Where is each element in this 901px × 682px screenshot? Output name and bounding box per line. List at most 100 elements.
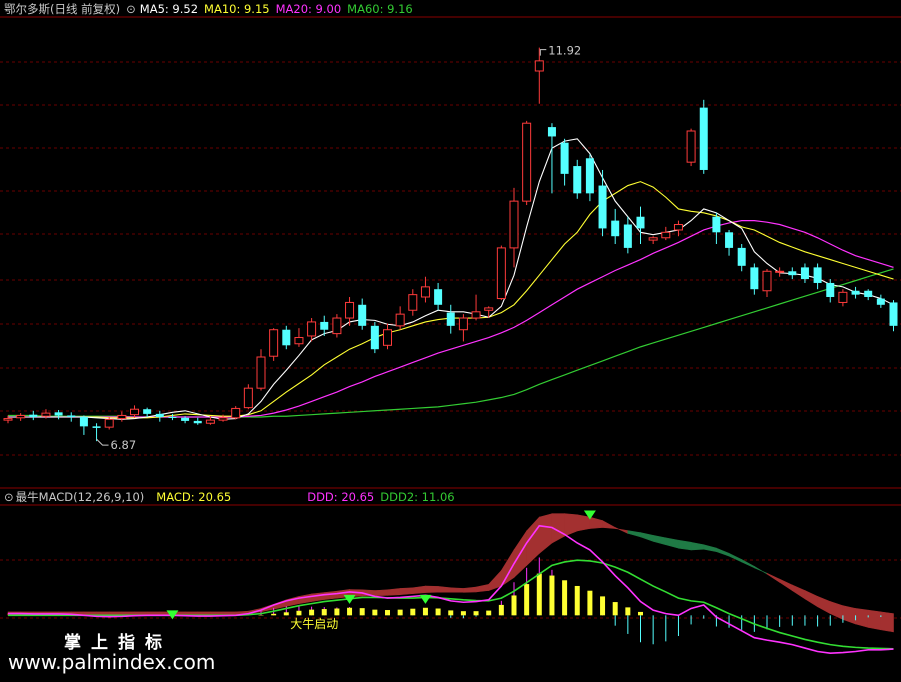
high-label: 11.92: [548, 44, 581, 58]
chevron-down-icon[interactable]: ⊙: [126, 2, 136, 16]
watermark-url: www.palmindex.com: [8, 650, 216, 674]
ribbon-segment: [867, 609, 882, 631]
ribbon-segment: [817, 595, 831, 615]
low-label: 6.87: [111, 438, 137, 452]
macd-bar: [600, 596, 606, 616]
ribbon-segment: [564, 513, 578, 537]
candle-body: [725, 232, 734, 248]
candle-body: [307, 321, 317, 337]
candle-body: [269, 329, 279, 357]
candle-body: [712, 216, 721, 233]
macd-bar: [574, 585, 580, 616]
ddd-label: DDD: 20.65: [307, 490, 375, 504]
ribbon-segment: [425, 585, 439, 593]
candle-body: [522, 122, 532, 202]
kline-chart[interactable]: 大牛启动 11.92 6.87: [0, 0, 901, 682]
candle-body: [92, 426, 101, 428]
candle-body: [193, 420, 202, 424]
candle-body: [851, 290, 860, 295]
ribbon-segment: [804, 590, 818, 608]
macd-bar: [562, 580, 568, 616]
signal-label: 大牛启动: [290, 616, 338, 631]
ribbon-segment: [184, 611, 199, 615]
candle-body: [256, 356, 266, 389]
candle-body: [750, 267, 759, 290]
ribbon-segment: [652, 535, 667, 546]
candle-body: [534, 60, 544, 72]
candle-body: [496, 247, 506, 300]
ribbon-segment: [842, 605, 856, 625]
candle-body: [699, 107, 708, 170]
ribbon-segment: [690, 541, 705, 551]
candle-body: [636, 216, 645, 229]
ribbon-segment: [741, 559, 755, 569]
candle-body: [673, 224, 683, 231]
ddd2-label: DDD2: 11.06: [380, 490, 455, 504]
candle-body: [79, 417, 88, 427]
candle-body: [737, 247, 746, 266]
ribbon-segment: [311, 592, 325, 602]
macd-bar: [347, 607, 353, 616]
ribbon-segment: [210, 611, 224, 615]
candle-body: [294, 337, 304, 345]
ribbon-segment: [602, 520, 616, 529]
macd-bar: [385, 610, 390, 616]
ribbon-segment: [222, 611, 236, 615]
candle-body: [876, 298, 885, 305]
candle-body: [547, 127, 556, 137]
ma20-label: MA20: 9.00: [275, 2, 342, 16]
low-pointer: [96, 438, 109, 446]
ribbon-segment: [614, 527, 629, 534]
ma10-line: [8, 181, 894, 419]
ribbon-segment: [412, 585, 426, 594]
high-pointer: [539, 49, 547, 56]
ma5-line: [8, 138, 894, 420]
candle-body: [282, 329, 291, 346]
ribbon-segment: [791, 584, 806, 600]
ribbon-segment: [538, 513, 553, 554]
candle-body: [598, 185, 607, 229]
candle-body: [686, 130, 696, 163]
candle-body: [420, 286, 430, 298]
macd-bar: [612, 602, 618, 616]
ribbon-segment: [766, 572, 780, 583]
candle-body: [484, 307, 494, 311]
macd-bar: [359, 608, 365, 616]
indicator-title[interactable]: 最牛MACD(12,26,9,10): [16, 490, 145, 504]
ribbon-segment: [463, 586, 477, 593]
candle-body: [67, 415, 76, 418]
ribbon-segment: [146, 611, 161, 615]
candle-body: [788, 271, 797, 276]
ribbon-segment: [134, 611, 148, 615]
macd-bar: [410, 608, 416, 616]
macd-bar: [511, 595, 517, 616]
macd-bar: [524, 584, 530, 616]
ribbon-segment: [678, 539, 692, 551]
ma60-line: [8, 268, 894, 418]
candle-body: [889, 302, 898, 326]
macd-bar: [587, 590, 593, 616]
candle-body: [168, 417, 177, 419]
candle-body: [648, 237, 658, 241]
macd-bar: [498, 604, 504, 616]
macd-bar: [536, 573, 542, 616]
sub-header: ⊙ 最牛MACD(12,26,9,10) MACD: 20.65 DDD: 20.65…: [4, 490, 461, 504]
candle-body: [370, 325, 379, 350]
ribbon-segment: [728, 552, 743, 563]
candle-body: [838, 291, 848, 303]
candle-body: [826, 282, 835, 297]
macd-bar: [321, 609, 327, 616]
candle-body: [573, 166, 582, 194]
ribbon-segment: [83, 611, 97, 615]
candle-body: [623, 224, 632, 248]
ribbon-segment: [665, 537, 679, 549]
signal-triangle: [419, 594, 432, 604]
macd-bar: [334, 608, 340, 616]
ribbon-segment: [627, 530, 641, 538]
chevron-down-icon[interactable]: ⊙: [4, 490, 14, 504]
ribbon-segment: [121, 611, 135, 615]
candle-body: [218, 417, 228, 421]
ma10-label: MA10: 9.15: [204, 2, 270, 16]
stock-title[interactable]: 鄂尔多斯(日线 前复权): [4, 2, 120, 16]
macd-bar: [549, 575, 555, 616]
